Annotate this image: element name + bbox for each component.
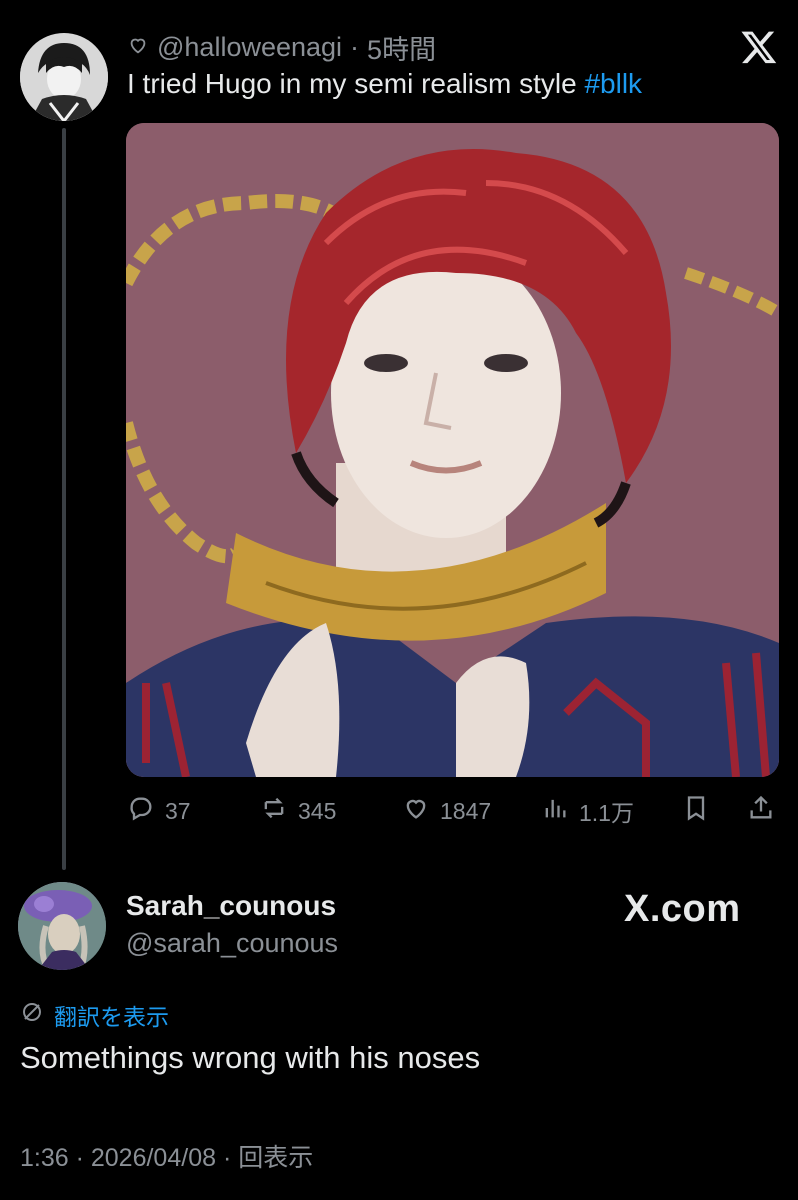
tweet-meta: @halloweenagi · 5時間 — [127, 28, 436, 67]
repost-action[interactable]: 345 — [260, 793, 336, 829]
views-count: 1.1万 — [579, 800, 634, 826]
translate-link[interactable]: 翻訳を表示 — [20, 998, 169, 1032]
author-handle[interactable]: @halloweenagi — [157, 32, 342, 63]
reply-action[interactable]: 37 — [127, 793, 191, 829]
reply-count: 37 — [165, 797, 191, 824]
hashtag-link[interactable]: #bllk — [584, 68, 642, 99]
reply-text: Somethings wrong with his noses — [20, 1040, 481, 1075]
repost-icon — [260, 794, 288, 828]
like-action[interactable]: 1847 — [402, 793, 491, 829]
like-count: 1847 — [440, 797, 492, 824]
tweet-time[interactable]: 5時間 — [367, 28, 436, 67]
tweet-body: I tried Hugo in my semi realism style — [127, 68, 585, 99]
reply-icon — [127, 794, 155, 828]
reply-timestamp: 1:36 · 2026/04/08 · 回表示 — [20, 1144, 314, 1172]
x-logo-icon[interactable] — [740, 28, 778, 66]
bookmark-icon — [682, 794, 710, 828]
meta-separator: · — [350, 32, 360, 62]
x-com-watermark: X.com — [624, 888, 741, 930]
avatar-illustration — [20, 33, 108, 121]
share-action[interactable] — [747, 793, 775, 829]
reply-handle[interactable]: @sarah_counous — [126, 928, 338, 959]
translate-icon — [20, 1000, 44, 1030]
tweet-actions: 37 345 1847 1.1万 — [127, 793, 777, 829]
heart-outline-icon — [127, 32, 149, 63]
views-action[interactable]: 1.1万 — [541, 793, 634, 829]
repost-count: 345 — [298, 797, 337, 824]
views-icon — [541, 794, 569, 828]
reply-display-name[interactable]: Sarah_counous — [126, 890, 336, 922]
reply-author-avatar[interactable] — [18, 882, 106, 970]
tweet-text: I tried Hugo in my semi realism style #b… — [127, 68, 642, 100]
share-icon — [747, 794, 775, 828]
author-avatar[interactable] — [20, 33, 108, 121]
like-icon — [402, 794, 430, 828]
thread-line — [62, 128, 66, 870]
artwork-illustration — [126, 123, 779, 777]
tweet-image[interactable] — [126, 123, 779, 777]
avatar-illustration — [18, 882, 106, 970]
translate-label: 翻訳を表示 — [54, 1004, 169, 1030]
bookmark-action[interactable] — [682, 793, 710, 829]
